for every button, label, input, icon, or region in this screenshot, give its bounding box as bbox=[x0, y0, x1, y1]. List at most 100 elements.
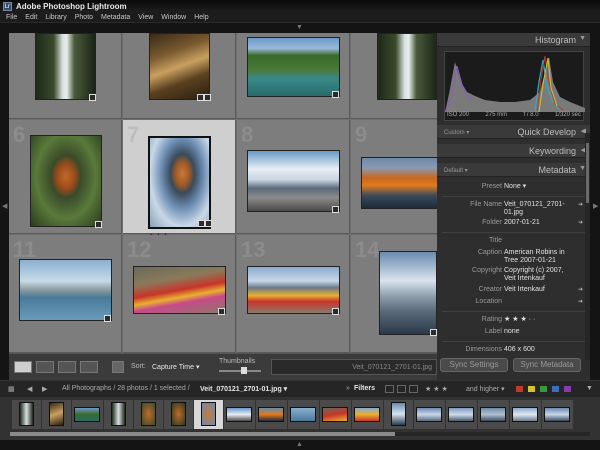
filmstrip-thumbnail[interactable] bbox=[226, 407, 252, 422]
filmstrip-thumbnail[interactable] bbox=[201, 402, 216, 426]
filmstrip-thumbnail[interactable] bbox=[354, 407, 380, 422]
menu-window[interactable]: Window bbox=[157, 14, 190, 21]
filename-field[interactable]: Veit_070121_2701-01.jpg bbox=[504, 201, 574, 217]
sync-metadata-button[interactable]: Sync Metadata bbox=[513, 358, 581, 372]
filmstrip-thumbnail[interactable] bbox=[322, 407, 348, 422]
filmstrip-thumbnail[interactable] bbox=[74, 407, 100, 422]
left-panel-collapse[interactable]: ◀ bbox=[0, 33, 9, 380]
label-blue-swatch[interactable] bbox=[552, 386, 559, 392]
metadata-header[interactable]: Default ▾ Metadata ▼ bbox=[437, 163, 590, 177]
bottom-panel-collapse[interactable]: ▲ bbox=[0, 440, 600, 450]
filmstrip-thumbnail[interactable] bbox=[290, 407, 316, 422]
filmstrip-thumbnail[interactable] bbox=[171, 402, 186, 426]
grid-cell[interactable]: 8 bbox=[237, 120, 350, 234]
go-arrow-icon[interactable]: ➔ bbox=[578, 286, 583, 293]
preset-dropdown[interactable]: None ▾ bbox=[504, 183, 574, 191]
grid-cell[interactable]: 6 bbox=[9, 120, 122, 234]
kayaker-thumbnail[interactable] bbox=[19, 259, 112, 321]
filmstrip-cell[interactable] bbox=[104, 400, 133, 429]
rating-filter[interactable]: ★ ★ ★ bbox=[425, 385, 448, 393]
menu-metadata[interactable]: Metadata bbox=[97, 14, 134, 21]
go-arrow-icon[interactable]: ➔ bbox=[578, 298, 583, 305]
filmstrip-cell[interactable] bbox=[446, 400, 477, 429]
waterfall-thumbnail[interactable] bbox=[377, 33, 437, 100]
menu-file[interactable]: File bbox=[2, 14, 21, 21]
menu-help[interactable]: Help bbox=[190, 14, 212, 21]
grid-cell[interactable] bbox=[237, 33, 350, 119]
histogram-header[interactable]: Histogram ▼ bbox=[437, 33, 590, 47]
filmstrip-thumbnail[interactable] bbox=[258, 407, 284, 422]
source-path[interactable]: All Photographs / 28 photos / 1 selected… bbox=[62, 385, 190, 392]
filmstrip-cell[interactable] bbox=[164, 400, 193, 429]
filmstrip-cell[interactable] bbox=[352, 400, 383, 429]
filters-icon[interactable]: » bbox=[346, 385, 350, 392]
forward-arrow-icon[interactable]: ▶ bbox=[42, 385, 47, 393]
filmstrip-thumbnail[interactable] bbox=[49, 402, 64, 426]
grid-cell[interactable]: 13 bbox=[237, 235, 350, 353]
menu-photo[interactable]: Photo bbox=[71, 14, 97, 21]
filmstrip-thumbnail[interactable] bbox=[391, 402, 406, 426]
collapse-right-arrow-icon[interactable]: ▶ bbox=[593, 203, 598, 210]
expand-left-arrow-icon[interactable]: ◀ bbox=[2, 203, 7, 210]
filmstrip-cell[interactable] bbox=[384, 400, 413, 429]
kayaks-thumbnail[interactable] bbox=[133, 266, 226, 314]
thumbnail-size-slider[interactable] bbox=[219, 367, 261, 374]
filmstrip-cell-selected[interactable] bbox=[194, 400, 223, 429]
waterfall-thumbnail[interactable] bbox=[35, 33, 96, 100]
scrollbar-thumb[interactable] bbox=[10, 432, 395, 436]
sync-settings-button[interactable]: Sync Settings bbox=[440, 358, 508, 372]
copyright-field[interactable]: Copyright (c) 2007, Veit Irtenkauf bbox=[504, 267, 574, 283]
menu-view[interactable]: View bbox=[134, 14, 157, 21]
flag-filter-icon[interactable] bbox=[397, 385, 406, 393]
filmstrip-thumbnail[interactable] bbox=[416, 407, 442, 422]
filmstrip-cell[interactable] bbox=[478, 400, 509, 429]
label-purple-swatch[interactable] bbox=[564, 386, 571, 392]
filmstrip-cell[interactable] bbox=[256, 400, 287, 429]
quick-develop-preset[interactable]: Custom ▾ bbox=[444, 129, 469, 136]
filmstrip-cell[interactable] bbox=[42, 400, 71, 429]
filmstrip-scrollbar[interactable] bbox=[10, 432, 590, 436]
keywording-header[interactable]: Keywording ◀ bbox=[437, 144, 590, 158]
grid-cell[interactable] bbox=[351, 33, 437, 119]
filmstrip-cell[interactable] bbox=[12, 400, 41, 429]
loupe-view-button[interactable] bbox=[36, 361, 54, 373]
quick-develop-header[interactable]: Custom ▾ Quick Develop ◀ bbox=[437, 125, 590, 139]
grid-cell[interactable]: 12 bbox=[123, 235, 236, 353]
label-red-swatch[interactable] bbox=[516, 386, 523, 392]
boat-thumbnail[interactable] bbox=[361, 157, 437, 209]
caption-field[interactable]: American Robins in Tree 2007-01-21 bbox=[504, 249, 574, 265]
compare-view-button[interactable] bbox=[58, 361, 76, 373]
filmstrip-cell[interactable] bbox=[510, 400, 541, 429]
filmstrip-cell[interactable] bbox=[134, 400, 163, 429]
right-panel-collapse[interactable]: ▶ bbox=[590, 33, 600, 380]
go-arrow-icon[interactable]: ➔ bbox=[578, 219, 583, 226]
harbor-thumbnail[interactable] bbox=[247, 150, 340, 212]
filmstrip-cell[interactable] bbox=[542, 400, 573, 429]
robin-selected-thumbnail[interactable] bbox=[148, 136, 211, 229]
grid-cell[interactable] bbox=[9, 33, 122, 119]
sailboat-thumbnail[interactable] bbox=[379, 251, 437, 335]
grid-cell-selected[interactable]: 7 ★★★ bbox=[123, 120, 236, 240]
filmstrip-cell[interactable] bbox=[224, 400, 255, 429]
label-green-swatch[interactable] bbox=[540, 386, 547, 392]
grid-cell[interactable] bbox=[123, 33, 236, 119]
collapse-triangle-icon[interactable]: ▼ bbox=[579, 35, 586, 42]
metadata-preset[interactable]: Default ▾ bbox=[444, 167, 468, 174]
filmstrip-cell[interactable] bbox=[414, 400, 445, 429]
menu-edit[interactable]: Edit bbox=[21, 14, 41, 21]
folder-field[interactable]: 2007-01-21 bbox=[504, 219, 574, 227]
river-thumbnail[interactable] bbox=[247, 37, 340, 97]
scrollbar-thumb[interactable] bbox=[586, 143, 589, 203]
filmstrip-cell[interactable] bbox=[72, 400, 103, 429]
survey-view-button[interactable] bbox=[80, 361, 98, 373]
filmstrip-thumbnail[interactable] bbox=[111, 402, 126, 426]
kayaks-harbor-thumbnail[interactable] bbox=[247, 266, 340, 314]
filmstrip-cell[interactable] bbox=[320, 400, 351, 429]
label-yellow-swatch[interactable] bbox=[528, 386, 535, 392]
filmstrip-thumbnail[interactable] bbox=[512, 407, 538, 422]
painter-icon[interactable] bbox=[112, 361, 124, 373]
label-value[interactable]: none bbox=[504, 328, 574, 336]
flag-filter-icon[interactable] bbox=[385, 385, 394, 393]
top-panel-collapse[interactable]: ▼ bbox=[0, 23, 600, 33]
grid-cell[interactable]: 9 bbox=[351, 120, 437, 234]
